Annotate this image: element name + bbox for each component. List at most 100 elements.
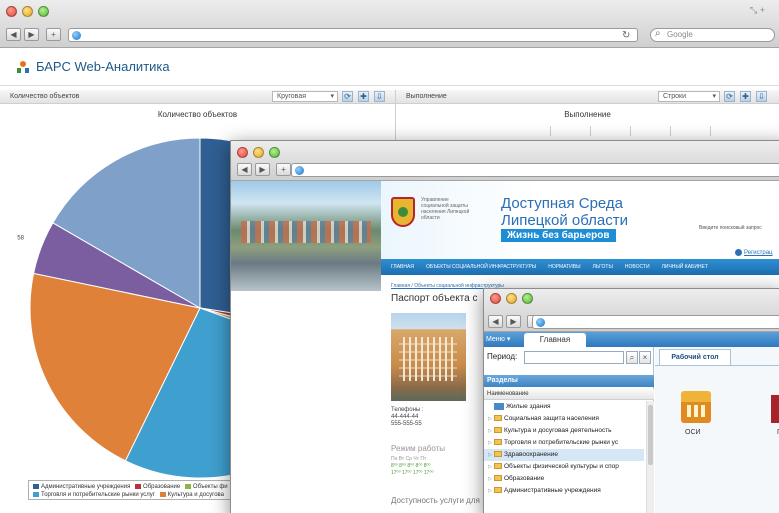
app-title: БАРС Web-Аналитика bbox=[36, 59, 170, 74]
work-hours-table: Пн Вт Ср Чт Пт 8⁰⁰ 8⁰⁰ 8⁰⁰ 8⁰⁰ 8⁰⁰ 17⁰⁰ … bbox=[391, 456, 476, 477]
portal-title-line2: Липецкой области bbox=[501, 212, 629, 229]
new-tab-button[interactable]: + bbox=[46, 28, 61, 41]
osi-building-icon[interactable] bbox=[681, 391, 711, 423]
registry-app-window: ◀ ▶ + Меню ▾ Главная Период: ⌕ × Разделы… bbox=[483, 288, 779, 513]
legend-item: Административные учреждения bbox=[41, 484, 131, 490]
refresh-icon[interactable]: ⟳ bbox=[342, 91, 353, 102]
forward-button[interactable]: ▶ bbox=[255, 163, 270, 176]
zoom-window-button[interactable] bbox=[269, 147, 280, 158]
settings-icon[interactable]: ✚ bbox=[358, 91, 369, 102]
globe-icon bbox=[536, 318, 545, 327]
hours-row: 8⁰⁰ 8⁰⁰ 8⁰⁰ 8⁰⁰ 8⁰⁰ bbox=[391, 463, 431, 469]
grid-line bbox=[710, 126, 711, 136]
phone-number: 44-444-44 bbox=[391, 414, 419, 420]
back-button[interactable]: ◀ bbox=[488, 315, 503, 328]
globe-icon bbox=[72, 31, 81, 40]
minimize-window-button[interactable] bbox=[253, 147, 264, 158]
sections-header: Разделы bbox=[484, 375, 654, 387]
legend-item: Торговля и потребительские рынки услуг bbox=[41, 492, 155, 498]
zoom-window-button[interactable] bbox=[522, 293, 533, 304]
name-column-header[interactable]: Наименование bbox=[484, 389, 654, 400]
portal-search-hint[interactable]: Введите поисковый запрос bbox=[699, 225, 762, 231]
minimize-window-button[interactable] bbox=[22, 6, 33, 17]
zoom-window-button[interactable] bbox=[38, 6, 49, 17]
work-hours-label: Режим работы bbox=[391, 444, 446, 453]
tree-item-sport[interactable]: ▷ Объекты физической культуры и спор bbox=[484, 461, 644, 473]
folder-icon bbox=[494, 451, 502, 458]
address-bar[interactable] bbox=[291, 163, 779, 177]
sections-tree: Жилые здания ▷ Социальная защита населени… bbox=[484, 401, 644, 497]
export-icon[interactable]: ⇩ bbox=[756, 91, 767, 102]
menu-button[interactable]: Меню ▾ bbox=[486, 334, 510, 345]
phones-block: Телефоны : 44-444-44 555-555-55 bbox=[391, 407, 424, 428]
legend-item: Образование bbox=[143, 484, 181, 490]
browser-titlebar: ◀ ▶ + bbox=[484, 289, 779, 332]
chart-type-select[interactable]: Строки ▾ bbox=[658, 91, 720, 102]
reload-icon[interactable]: ↻ bbox=[622, 30, 630, 41]
nav-item-main[interactable]: ГЛАВНАЯ bbox=[391, 264, 414, 270]
tree-item-social[interactable]: ▷ Социальная защита населения bbox=[484, 413, 644, 425]
grid-line bbox=[630, 126, 631, 136]
nav-item-cabinet[interactable]: ЛИЧНЫЙ КАБИНЕТ bbox=[662, 264, 708, 270]
nav-item-news[interactable]: НОВОСТИ bbox=[625, 264, 650, 270]
settings-icon[interactable]: ✚ bbox=[740, 91, 751, 102]
page-title: Паспорт объекта с bbox=[391, 293, 478, 304]
register-link[interactable]: Регистрац bbox=[735, 249, 772, 256]
panel-title: Выполнение bbox=[406, 93, 447, 100]
address-bar[interactable] bbox=[532, 315, 779, 329]
close-window-button[interactable] bbox=[6, 6, 17, 17]
close-window-button[interactable] bbox=[490, 293, 501, 304]
tree-item-admin[interactable]: ▷ Административные учреждения bbox=[484, 485, 644, 497]
tree-scrollbar[interactable] bbox=[646, 401, 654, 513]
grid-line bbox=[550, 126, 551, 136]
new-tab-button[interactable]: + bbox=[276, 163, 291, 176]
execution-panel-header: Выполнение Строки ▾ ⟳ ✚ ⇩ bbox=[396, 90, 779, 104]
export-icon[interactable]: ⇩ bbox=[374, 91, 385, 102]
folder-icon bbox=[494, 415, 502, 422]
organization-name: Управление социальной защиты населения Л… bbox=[421, 197, 470, 221]
grid-line bbox=[590, 126, 591, 136]
building-photo bbox=[391, 313, 466, 401]
tree-item-education[interactable]: ▷ Образование bbox=[484, 473, 644, 485]
pie-data-label: 58 bbox=[17, 235, 24, 241]
grid-line bbox=[670, 126, 671, 136]
tree-item-trade[interactable]: ▷ Торговля и потребительские рынки ус bbox=[484, 437, 644, 449]
address-bar[interactable] bbox=[68, 28, 638, 42]
hours-row: 17⁰⁰ 17⁰⁰ 17⁰⁰ 17⁰⁰ bbox=[391, 470, 434, 476]
folder-icon bbox=[494, 487, 502, 494]
execution-chart-title: Выполнение bbox=[564, 110, 611, 119]
tab-desktop[interactable]: Рабочий стол bbox=[659, 349, 731, 365]
tree-item-health[interactable]: ▷ Здравоохранение bbox=[484, 449, 644, 461]
globe-icon bbox=[295, 166, 304, 175]
browser-titlebar: ◀ ▶ + bbox=[231, 141, 779, 181]
availability-label: Доступность услуги для bbox=[391, 496, 480, 505]
refresh-icon[interactable]: ⟳ bbox=[724, 91, 735, 102]
tree-item-residential[interactable]: Жилые здания bbox=[484, 401, 644, 413]
tree-item-culture[interactable]: ▷ Культура и досуговая деятельность bbox=[484, 425, 644, 437]
back-button[interactable]: ◀ bbox=[237, 163, 252, 176]
forward-button[interactable]: ▶ bbox=[24, 28, 39, 41]
objects-panel-header: Количество объектов Круговая ▾ ⟳ ✚ ⇩ bbox=[0, 90, 395, 104]
nav-item-benefits[interactable]: ЛЬГОТЫ bbox=[593, 264, 613, 270]
period-input[interactable] bbox=[524, 351, 624, 364]
nav-item-objects[interactable]: ОБЪЕКТЫ СОЦИАЛЬНОЙ ИНФРАСТРУКТУРЫ bbox=[426, 264, 536, 270]
google-search-field[interactable]: Google bbox=[650, 28, 775, 42]
clear-icon[interactable]: × bbox=[639, 351, 651, 364]
back-button[interactable]: ◀ bbox=[6, 28, 21, 41]
chart-type-select[interactable]: Круговая ▾ bbox=[272, 91, 338, 102]
tab-main[interactable]: Главная bbox=[524, 333, 586, 347]
close-window-button[interactable] bbox=[237, 147, 248, 158]
forward-button[interactable]: ▶ bbox=[506, 315, 521, 328]
region-emblem-icon bbox=[391, 197, 415, 227]
minimize-window-button[interactable] bbox=[506, 293, 517, 304]
nav-item-norms[interactable]: НОРМАТИВЫ bbox=[548, 264, 580, 270]
passport-book-icon[interactable] bbox=[771, 395, 779, 423]
app-header: БАРС Web-Аналитика bbox=[0, 48, 779, 86]
portal-tagline: Жизнь без барьеров bbox=[501, 229, 616, 242]
search-placeholder: Google bbox=[667, 30, 693, 39]
app-menu-bar: Меню ▾ Главная bbox=[484, 332, 779, 347]
tab-divider bbox=[655, 365, 779, 366]
search-icon[interactable]: ⌕ bbox=[626, 351, 638, 364]
pie-chart-title: Количество объектов bbox=[157, 110, 238, 119]
legend-item: Объекты фи bbox=[192, 484, 228, 490]
